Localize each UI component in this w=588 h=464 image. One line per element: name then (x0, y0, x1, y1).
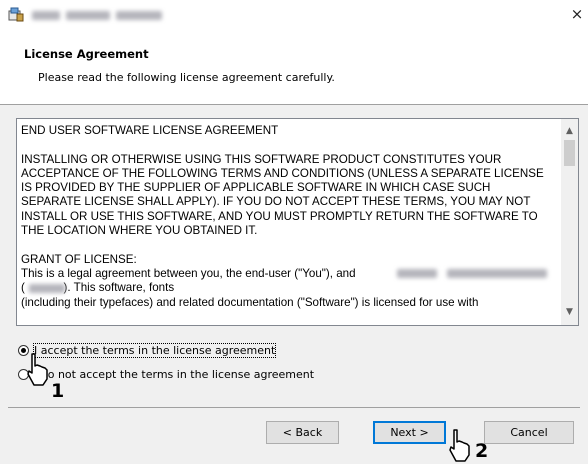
cancel-button[interactable]: Cancel (484, 421, 574, 444)
next-button[interactable]: Next > (373, 421, 446, 444)
scroll-thumb[interactable] (564, 140, 575, 166)
hand-cursor-icon (27, 353, 48, 386)
scroll-down-icon[interactable]: ▼ (561, 304, 578, 321)
step-1-callout: 1 (51, 380, 65, 402)
installer-icon (8, 7, 24, 22)
license-text-box[interactable]: END USER SOFTWARE LICENSE AGREEMENT INST… (16, 118, 579, 326)
back-button[interactable]: < Back (266, 421, 339, 444)
step-2-callout: 2 (475, 440, 489, 462)
redacted-company-name (397, 269, 437, 278)
accept-option[interactable]: I accept the terms in the license agreem… (18, 342, 277, 358)
vertical-scrollbar[interactable]: ▲ ▼ (561, 119, 578, 325)
accept-label[interactable]: I accept the terms in the license agreem… (32, 342, 277, 358)
hand-cursor-icon (449, 429, 470, 462)
page-title: License Agreement (24, 47, 149, 61)
page-subtitle: Please read the following license agreem… (38, 71, 335, 84)
decline-label[interactable]: I do not accept the terms in the license… (34, 368, 314, 381)
redacted-company-short (29, 284, 65, 293)
footer-divider (8, 407, 580, 408)
title-bar: × (0, 0, 588, 30)
dialog-header: License Agreement Please read the follow… (0, 30, 588, 105)
license-text: END USER SOFTWARE LICENSE AGREEMENT INST… (21, 124, 544, 309)
scroll-up-icon[interactable]: ▲ (561, 123, 578, 140)
close-icon[interactable]: × (566, 0, 588, 30)
window-title-blurred (32, 11, 60, 20)
